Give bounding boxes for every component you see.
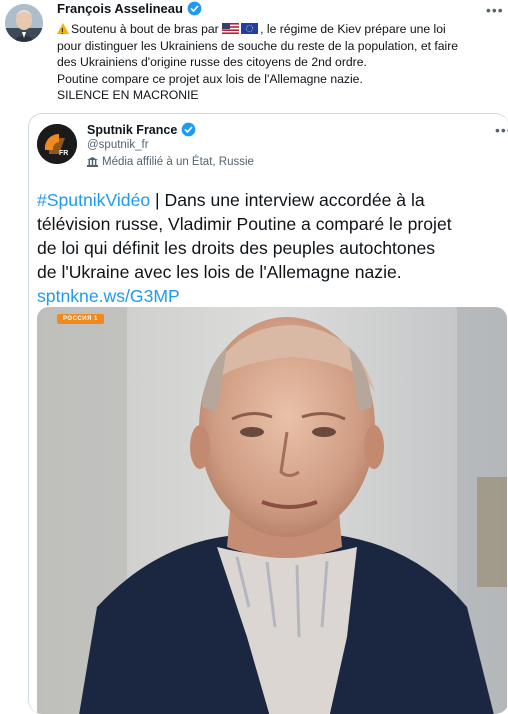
tweet-text-line: des Ukrainiens d'origine russe des citoy… bbox=[57, 55, 367, 69]
verified-badge-icon bbox=[187, 1, 202, 16]
author-avatar[interactable] bbox=[5, 4, 43, 42]
broadcaster-logo: РОССИЯ 1 bbox=[57, 314, 104, 324]
sputnik-avatar[interactable]: FR bbox=[37, 124, 77, 164]
quoted-text-line: télévision russe, Vladimir Poutine a com… bbox=[37, 214, 452, 234]
tweet-text-line: pour distinguer les Ukrainiens de souche… bbox=[57, 38, 459, 53]
quoted-author-name[interactable]: Sputnik France bbox=[87, 123, 177, 137]
video-thumbnail[interactable]: РОССИЯ 1 bbox=[37, 307, 507, 714]
verified-badge-icon bbox=[181, 122, 196, 137]
state-media-label[interactable]: Média affilié à un État, Russie bbox=[87, 156, 254, 168]
warning-icon bbox=[57, 23, 69, 41]
short-url-link[interactable]: sptnkne.ws/G3MP bbox=[37, 286, 180, 306]
us-flag-icon bbox=[222, 23, 240, 34]
more-options-icon[interactable]: ••• bbox=[486, 3, 504, 17]
quoted-text-line: de loi qui définit les droits des peuple… bbox=[37, 238, 436, 258]
tweet-text: Soutenu à bout de bras par , le régime d… bbox=[57, 21, 497, 104]
author-name[interactable]: François Asselineau bbox=[57, 1, 183, 16]
hashtag-link[interactable]: #SputnikVidéo bbox=[37, 190, 150, 210]
quoted-text-segment: | Dans une interview accordée à la bbox=[150, 190, 425, 210]
more-options-icon[interactable]: ••• bbox=[495, 123, 508, 137]
tweet-text-line: Poutine compare ce projet aux lois de l'… bbox=[57, 71, 363, 86]
state-media-icon bbox=[87, 157, 98, 167]
quoted-tweet[interactable]: FR Sputnik France @sputnik_fr Média affi… bbox=[28, 113, 508, 714]
quoted-author-handle[interactable]: @sputnik_fr bbox=[87, 139, 149, 151]
eu-flag-icon bbox=[241, 23, 259, 34]
state-media-label-text: Média affilié à un État, Russie bbox=[102, 156, 254, 168]
svg-text:FR: FR bbox=[59, 150, 68, 157]
outer-tweet[interactable]: François Asselineau ••• Soutenu à bout d… bbox=[0, 0, 508, 714]
quoted-tweet-text: #SputnikVidéo | Dans une interview accor… bbox=[37, 188, 507, 308]
tweet-text-segment: , le régime de Kiev prépare une loi bbox=[260, 22, 446, 36]
tweet-text-line: SILENCE EN MACRONIE bbox=[57, 88, 199, 102]
quoted-text-line: de l'Ukraine avec les lois de l'Allemagn… bbox=[37, 262, 402, 282]
tweet-text-segment: Soutenu à bout de bras par bbox=[71, 22, 223, 36]
